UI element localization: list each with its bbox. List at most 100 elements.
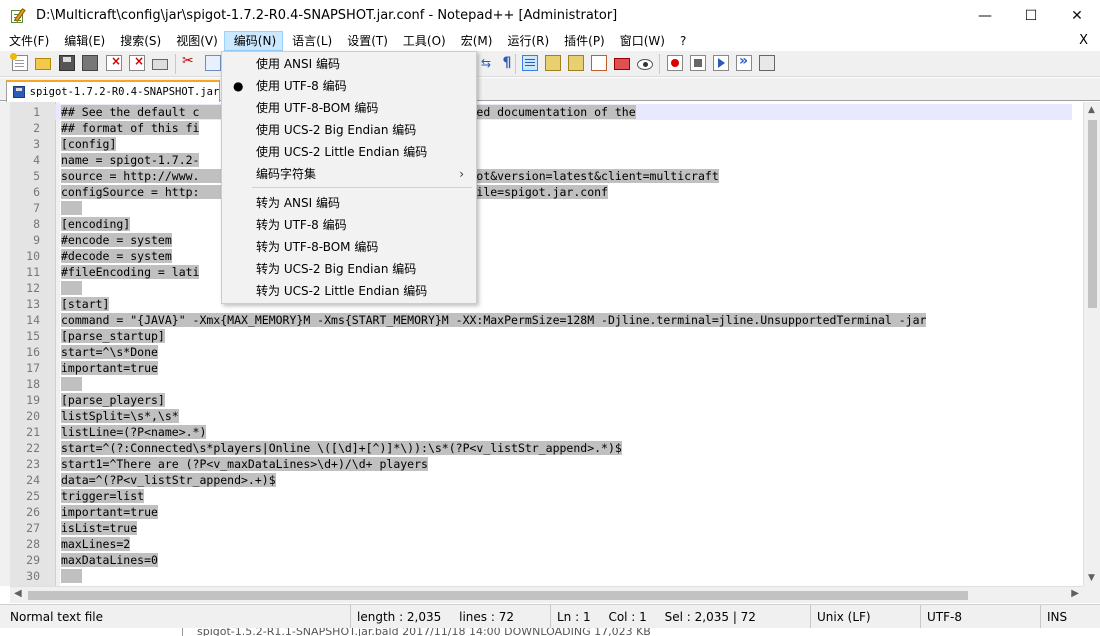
word-wrap-icon[interactable]: ⇆ [478, 55, 494, 71]
editor[interactable]: 1 ## See the default c ed documentation o… [0, 102, 1100, 586]
editor-line[interactable]: 2 ## format of this fi [10, 120, 1072, 136]
editor-line[interactable]: 13 [start] [10, 296, 1072, 312]
menu-run[interactable]: 运行(R) [498, 31, 555, 51]
menu-encoding[interactable]: 编码(N) [223, 31, 284, 51]
encoding-menu-item-label: 使用 ANSI 编码 [256, 57, 340, 71]
editor-line[interactable]: 5 source = http://www. e=spigot&version=l… [10, 168, 1072, 184]
editor-line[interactable]: 6 configSource = http: nf/?file=spigot.ja… [10, 184, 1072, 200]
record-macro-icon[interactable] [667, 55, 683, 71]
editor-line[interactable]: 30 [10, 568, 1072, 584]
encoding-menu-item[interactable]: 转为 UCS-2 Big Endian 编码 [222, 258, 476, 280]
encoding-menu-item[interactable]: 使用 UCS-2 Big Endian 编码 [222, 119, 476, 141]
folder-as-workspace-icon[interactable] [614, 58, 630, 70]
editor-line[interactable]: 20 listSplit=\s*,\s* [10, 408, 1072, 424]
editor-line[interactable]: 23 start1=^There are (?P<v_maxDataLines>\… [10, 456, 1072, 472]
editor-line[interactable]: 29 maxDataLines=0 [10, 552, 1072, 568]
editor-line[interactable]: 1 ## See the default c ed documentation o… [10, 104, 1072, 120]
save-icon[interactable] [59, 55, 75, 71]
function-list-icon[interactable] [591, 55, 607, 71]
editor-lines: 1 ## See the default c ed documentation o… [10, 104, 1072, 584]
menu-view[interactable]: 视图(V) [167, 31, 224, 51]
save-all-icon[interactable] [82, 55, 98, 71]
playback-macro-icon[interactable] [713, 55, 729, 71]
editor-line[interactable]: 8 [encoding] [10, 216, 1072, 232]
editor-line[interactable]: 4 name = spigot-1.7.2- [10, 152, 1072, 168]
editor-line[interactable]: 19 [parse_players] [10, 392, 1072, 408]
minimize-button[interactable]: — [962, 0, 1008, 31]
editor-line[interactable]: 12 [10, 280, 1072, 296]
editor-line[interactable]: 25 trigger=list [10, 488, 1072, 504]
horizontal-scrollbar[interactable]: ◀ ▶ [10, 586, 1083, 603]
editor-line[interactable]: 15 [parse_startup] [10, 328, 1072, 344]
encoding-menu-item-label: 使用 UCS-2 Big Endian 编码 [256, 123, 417, 137]
editor-line[interactable]: 16 start=^\s*Done [10, 344, 1072, 360]
menu-edit[interactable]: 编辑(E) [55, 31, 111, 51]
scroll-right-icon[interactable]: ▶ [1071, 588, 1079, 599]
stop-recording-icon[interactable] [690, 55, 706, 71]
tab-spigot-conf[interactable]: spigot-1.7.2-R0.4-SNAPSHOT.jar. [6, 80, 220, 102]
editor-line[interactable]: 26 important=true [10, 504, 1072, 520]
encoding-menu-item[interactable]: 转为 ANSI 编码 [222, 192, 476, 214]
user-defined-language-icon[interactable] [545, 55, 561, 71]
menu-window[interactable]: 窗口(W) [611, 31, 671, 51]
editor-line[interactable]: 14 command = "{JAVA}" -Xmx{MAX_MEMORY}M -… [10, 312, 1072, 328]
menu-settings[interactable]: 设置(T) [338, 31, 394, 51]
document-map-icon[interactable] [568, 55, 584, 71]
encoding-menu-item[interactable]: 转为 UTF-8 编码 [222, 214, 476, 236]
editor-line[interactable]: 7 [10, 200, 1072, 216]
close-all-icon[interactable] [129, 54, 145, 71]
menu-help[interactable]: ? [671, 31, 692, 51]
vertical-scroll-thumb[interactable] [1088, 120, 1097, 308]
line-number: 23 [26, 457, 40, 471]
monitoring-icon[interactable] [637, 59, 653, 70]
editor-line[interactable]: 27 isList=true [10, 520, 1072, 536]
encoding-menu-item[interactable]: 转为 UTF-8-BOM 编码 [222, 236, 476, 258]
encoding-menu-item[interactable]: 转为 UCS-2 Little Endian 编码 [222, 280, 476, 302]
run-macro-multiple-icon[interactable] [736, 53, 752, 71]
new-file-icon[interactable] [10, 53, 28, 71]
line-text: [start] [61, 297, 110, 311]
cut-icon[interactable] [182, 53, 198, 71]
editor-line[interactable]: 24 data=^(?P<v_listStr_append>.+)$ [10, 472, 1072, 488]
line-text [61, 200, 82, 216]
menu-language[interactable]: 语言(L) [283, 31, 338, 51]
encoding-menu-item[interactable]: 编码字符集 › [222, 163, 476, 185]
vertical-scrollbar[interactable]: ▲ ▼ [1083, 102, 1100, 586]
encoding-menu-item-label: 使用 UCS-2 Little Endian 编码 [256, 145, 428, 159]
scroll-up-icon[interactable]: ▲ [1088, 105, 1095, 115]
editor-line[interactable]: 18 [10, 376, 1072, 392]
indent-guide-icon[interactable] [522, 55, 538, 71]
copy-icon[interactable] [205, 55, 221, 71]
encoding-menu-item[interactable]: 使用 ANSI 编码 [222, 53, 476, 75]
editor-line[interactable]: 11 #fileEncoding = lati [10, 264, 1072, 280]
menu-tools[interactable]: 工具(O) [394, 31, 452, 51]
close-document-button[interactable]: X [1079, 31, 1088, 51]
editor-line[interactable]: 21 listLine=(?P<name>.*) [10, 424, 1072, 440]
editor-line[interactable]: 9 #encode = system [10, 232, 1072, 248]
editor-line[interactable]: 3 [config] [10, 136, 1072, 152]
editor-line[interactable]: 17 important=true [10, 360, 1072, 376]
menu-macro[interactable]: 宏(M) [452, 31, 499, 51]
close-button[interactable]: ✕ [1054, 0, 1100, 31]
menu-plugins[interactable]: 插件(P) [555, 31, 611, 51]
save-macro-icon[interactable] [759, 55, 775, 71]
open-file-icon[interactable] [35, 58, 51, 70]
maximize-button[interactable]: ☐ [1008, 0, 1054, 31]
encoding-menu-item[interactable]: 使用 UTF-8 编码 ● [222, 75, 476, 97]
encoding-menu-item[interactable]: 使用 UTF-8-BOM 编码 [222, 97, 476, 119]
editor-line[interactable]: 22 start=^(?:Connected\s*players|Online \… [10, 440, 1072, 456]
menu-file[interactable]: 文件(F) [0, 31, 55, 51]
horizontal-scroll-thumb[interactable] [28, 591, 968, 600]
menu-search[interactable]: 搜索(S) [111, 31, 167, 51]
encoding-menu-item[interactable]: 使用 UCS-2 Little Endian 编码 [222, 141, 476, 163]
close-file-icon[interactable] [106, 54, 122, 71]
editor-line[interactable]: 10 #decode = system [10, 248, 1072, 264]
editor-line[interactable]: 28 maxLines=2 [10, 536, 1072, 552]
show-all-characters-icon[interactable]: ¶ [499, 55, 515, 71]
line-text: listSplit=\s*,\s* [61, 409, 179, 423]
scroll-down-icon[interactable]: ▼ [1088, 573, 1095, 583]
encoding-menu: 使用 ANSI 编码使用 UTF-8 编码 ● 使用 UTF-8-BOM 编码使用 … [221, 51, 477, 304]
scroll-left-icon[interactable]: ◀ [14, 588, 22, 599]
print-icon[interactable] [152, 59, 168, 70]
line-text: [config] [61, 137, 117, 151]
